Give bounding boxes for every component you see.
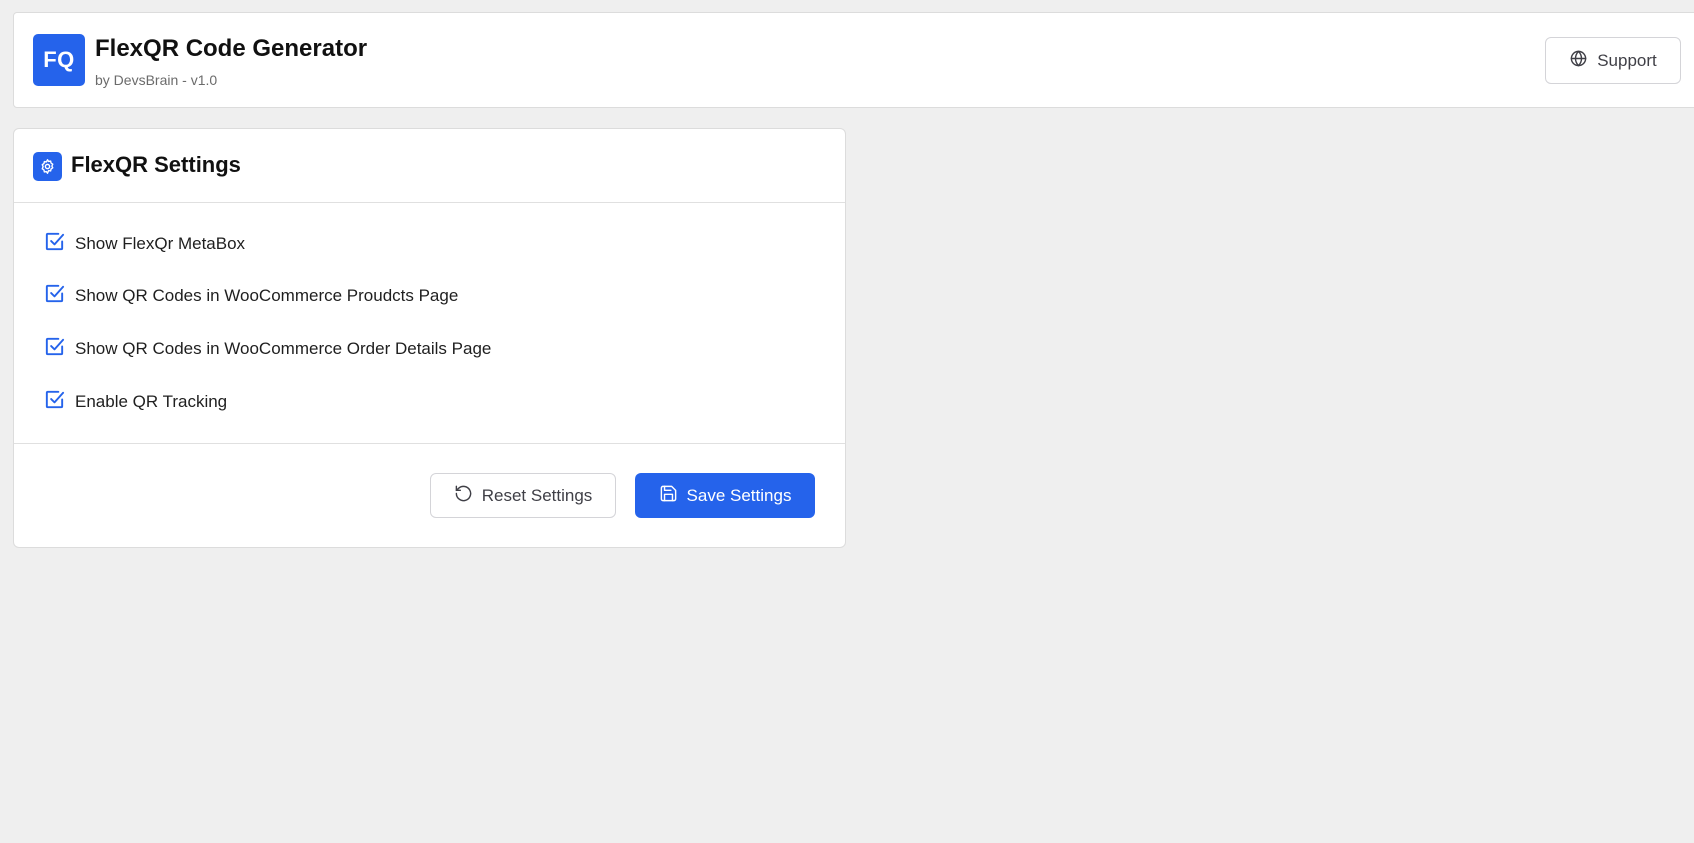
save-icon	[659, 484, 678, 508]
option-label: Enable QR Tracking	[75, 392, 228, 411]
checkbox-checked-icon[interactable]	[43, 230, 66, 258]
option-show-metabox[interactable]: Show FlexQr MetaBox	[43, 230, 245, 258]
checkbox-checked-icon[interactable]	[43, 388, 66, 416]
checkbox-checked-icon[interactable]	[43, 282, 66, 310]
option-enable-qr-tracking[interactable]: Enable QR Tracking	[43, 388, 227, 416]
reset-settings-button[interactable]: Reset Settings	[430, 473, 616, 518]
checkbox-checked-icon[interactable]	[43, 335, 66, 363]
settings-card: FlexQR Settings Show FlexQr MetaBox Show…	[13, 128, 846, 548]
option-label: Show FlexQr MetaBox	[75, 234, 246, 253]
settings-options: Show FlexQr MetaBox Show QR Codes in Woo…	[14, 203, 845, 444]
option-show-qr-products[interactable]: Show QR Codes in WooCommerce Proudcts Pa…	[43, 282, 458, 310]
save-settings-label: Save Settings	[686, 485, 792, 505]
settings-card-header: FlexQR Settings	[14, 129, 845, 203]
app-logo: FQ	[33, 34, 85, 86]
app-title: FlexQR Code Generator	[95, 35, 368, 62]
support-button[interactable]: Support	[1545, 37, 1681, 84]
globe-icon	[1569, 49, 1588, 73]
option-label: Show QR Codes in WooCommerce Proudcts Pa…	[75, 286, 459, 305]
app-subtitle: by DevsBrain - v1.0	[95, 72, 218, 88]
reset-icon	[454, 484, 473, 508]
settings-gear-icon	[33, 152, 62, 181]
support-button-label: Support	[1597, 50, 1657, 70]
option-show-qr-order-details[interactable]: Show QR Codes in WooCommerce Order Detai…	[43, 335, 491, 363]
reset-settings-label: Reset Settings	[481, 485, 593, 505]
settings-title: FlexQR Settings	[71, 152, 241, 177]
save-settings-button[interactable]: Save Settings	[635, 473, 815, 518]
app-header: FQ FlexQR Code Generator by DevsBrain - …	[13, 12, 1694, 108]
settings-card-footer: Reset Settings Save Settings	[14, 444, 845, 548]
option-label: Show QR Codes in WooCommerce Order Detai…	[75, 339, 492, 358]
